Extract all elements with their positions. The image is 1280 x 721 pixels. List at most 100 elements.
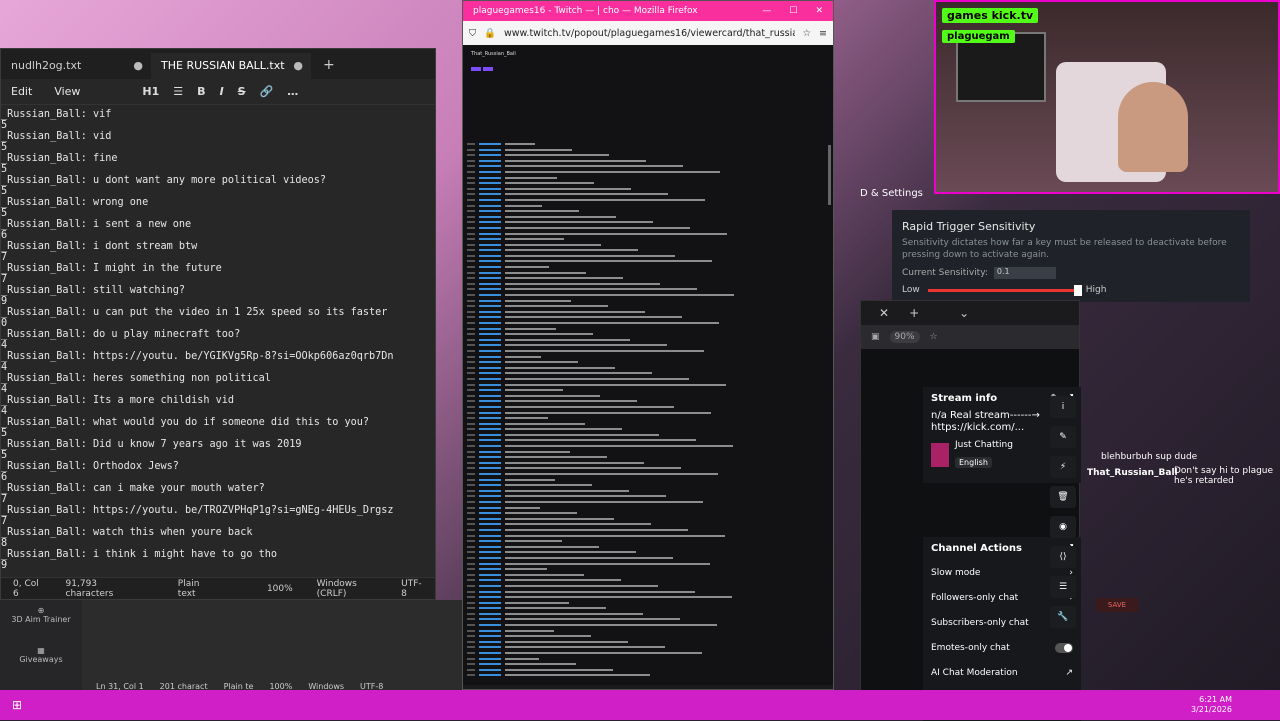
text-line: _Russian_Ball: https://youtu. be/YGIKVg5… [1, 351, 435, 362]
format-label: Plain text [166, 579, 225, 599]
text-line: _Russian_Ball: heres something non polit… [1, 373, 435, 384]
link-icon[interactable]: 🔗 [260, 85, 274, 98]
text-line: _Russian_Ball: fine [1, 153, 435, 164]
text-line: _Russian_Ball: i sent a new one [1, 219, 435, 230]
webcam-feed: games kick.tv plaguegam [934, 0, 1280, 194]
tab-label: THE RUSSIAN BALL.txt [161, 59, 285, 72]
scrollbar[interactable] [828, 145, 831, 205]
text-line: 4 [1, 406, 435, 417]
high-label: High [1086, 285, 1107, 295]
plus-icon[interactable]: + [909, 306, 919, 320]
category-thumbnail [931, 443, 949, 467]
message-history-list [463, 141, 833, 677]
text-line: 4 [1, 340, 435, 351]
bold-button[interactable]: B [197, 85, 205, 98]
text-line: 6 [1, 472, 435, 483]
stream-info-title: Stream info [931, 393, 997, 404]
text-line: 5 [1, 186, 435, 197]
list-icon[interactable]: ☰ [173, 85, 183, 98]
notepad-tabbar: nudlh2og.txt ● THE RUSSIAN BALL.txt ● + [1, 49, 435, 79]
zoom-level: 100% [255, 584, 305, 594]
rapid-trigger-card: Rapid Trigger Sensitivity Sensitivity di… [892, 210, 1250, 302]
toggle-switch[interactable] [1055, 643, 1073, 653]
menu-view[interactable]: View [54, 85, 80, 98]
chat-message-2: Don't say hi to plague he's retarded [1174, 466, 1280, 486]
more-icon[interactable]: … [287, 85, 298, 98]
message-row [467, 672, 829, 678]
dot-icon: ● [133, 59, 143, 72]
text-line: _Russian_Ball: Its a more childish vid [1, 395, 435, 406]
menu-icon[interactable]: ≡ [819, 28, 827, 39]
star-icon[interactable]: ☆ [930, 332, 938, 342]
notepad-text-area[interactable]: _Russian_Ball: vif5_Russian_Ball: vid5_R… [1, 105, 435, 571]
text-line: _Russian_Ball: i think i might have to g… [1, 549, 435, 560]
tab-file-2[interactable]: THE RUSSIAN BALL.txt ● [151, 53, 311, 79]
menu-edit[interactable]: Edit [11, 85, 32, 98]
external-link-icon[interactable]: ↗ [1065, 668, 1073, 678]
new-tab-button[interactable]: + [311, 51, 347, 79]
text-line: _Russian_Ball: watch this when youre bac… [1, 527, 435, 538]
page-icon: ▣ [871, 332, 880, 342]
taskbar-clock[interactable]: 6:21 AM 3/21/2026 [1191, 695, 1232, 715]
bolt-icon[interactable]: ⚡ [1050, 456, 1076, 478]
kick-addressbar[interactable]: ▣ 90% ☆ [861, 325, 1079, 349]
text-line: _Russian_Ball: https://youtu. be/TROZVPH… [1, 505, 435, 516]
sensitivity-input[interactable]: 0.1 [994, 267, 1056, 279]
start-icon[interactable]: ⊞ [12, 698, 22, 712]
tab-label: nudlh2og.txt [11, 59, 81, 72]
channel-action-label: Emotes-only chat [931, 643, 1010, 653]
info-icon[interactable]: i [1050, 396, 1076, 418]
bookmark-star-icon[interactable]: ☆ [803, 28, 812, 39]
pen-icon[interactable]: ✎ [1050, 426, 1076, 448]
category-name[interactable]: Just Chatting [955, 440, 1013, 450]
text-line: 4 [1, 362, 435, 373]
viewer-username[interactable]: That_Russian_Ball [471, 51, 825, 57]
maximize-icon[interactable]: ☐ [789, 6, 797, 16]
close-icon[interactable]: ✕ [879, 306, 889, 320]
chat-icon[interactable]: ◉ [1050, 516, 1076, 538]
text-line: 0 [1, 318, 435, 329]
text-line: _Russian_Ball: u can put the video in 1 … [1, 307, 435, 318]
channel-action-row[interactable]: AI Chat Moderation ↗ [923, 660, 1081, 685]
minimize-icon[interactable]: — [762, 6, 771, 16]
aim-trainer-icon[interactable]: ⊕ [0, 606, 82, 615]
chat-username[interactable]: That_Russian_Ball [1087, 468, 1178, 478]
address-bar[interactable]: ⛉ 🔒 www.twitch.tv/popout/plaguegames16/v… [463, 21, 833, 45]
text-line: _Russian_Ball: still watching? [1, 285, 435, 296]
trash-icon[interactable]: 🗑 [1050, 486, 1076, 508]
text-line: 7 [1, 252, 435, 263]
current-label: Current Sensitivity: [902, 268, 988, 278]
encoding: UTF-8 [389, 579, 435, 599]
dot-icon: ● [293, 59, 303, 72]
clock-date: 3/21/2026 [1191, 705, 1232, 715]
slider-handle[interactable] [1074, 285, 1082, 296]
text-line: 5 [1, 428, 435, 439]
strike-button[interactable]: S [238, 85, 246, 98]
text-line: _Russian_Ball: what would you do if some… [1, 417, 435, 428]
list-icon[interactable]: ☰ [1050, 576, 1076, 598]
viewer-card: That_Russian_Ball [463, 45, 833, 685]
tab-file-1[interactable]: nudlh2og.txt ● [1, 53, 151, 79]
channel-actions-title: Channel Actions [931, 543, 1022, 554]
text-line: 5 [1, 450, 435, 461]
gift-icon[interactable]: ▦ [0, 646, 82, 655]
channel-action-row[interactable]: Emotes-only chat [923, 635, 1081, 660]
close-icon[interactable]: ✕ [815, 6, 823, 16]
chat-message-1: blehburbuh sup dude [1101, 452, 1197, 462]
wrench-icon[interactable]: 🔧 [1050, 606, 1076, 628]
giveaways-label[interactable]: Giveaways [0, 655, 82, 664]
format-toolbar: H1 ☰ B I S 🔗 … [142, 85, 298, 98]
aim-trainer-label[interactable]: 3D Aim Trainer [0, 615, 82, 624]
code-icon[interactable]: ⟨⟩ [1050, 546, 1076, 568]
heading-select[interactable]: H1 [142, 85, 159, 98]
chevron-down-icon[interactable]: ⌄ [959, 306, 969, 320]
save-button[interactable]: SAVE [1096, 598, 1138, 612]
kick-tabbar: ✕ + ⌄ [861, 301, 1079, 325]
zoom-badge[interactable]: 90% [890, 331, 920, 343]
firefox-titlebar: plaguegames16 - Twitch — | cho — Mozilla… [463, 1, 833, 21]
url-text[interactable]: www.twitch.tv/popout/plaguegames16/viewe… [504, 28, 795, 39]
sensitivity-slider[interactable] [928, 289, 1078, 292]
text-line: 5 [1, 164, 435, 175]
channel-action-label: AI Chat Moderation [931, 668, 1018, 678]
italic-button[interactable]: I [220, 85, 224, 98]
